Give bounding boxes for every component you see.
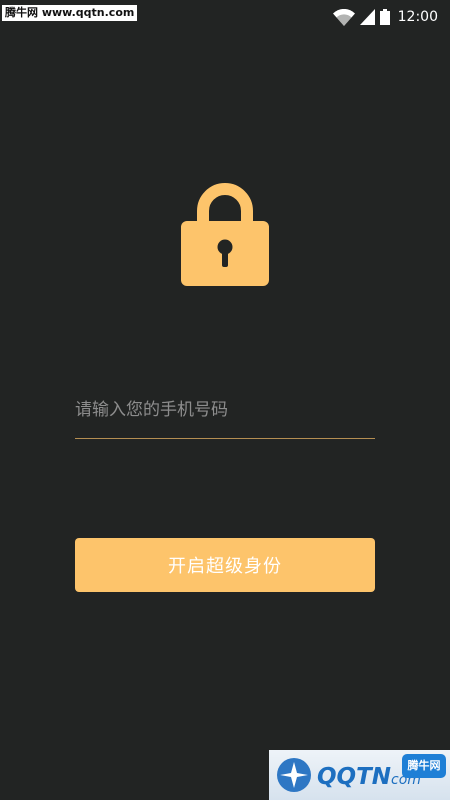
site-watermark: 腾牛网 www.qqtn.com xyxy=(2,5,138,21)
padlock-icon xyxy=(180,175,270,291)
app-screen: 腾牛网 www.qqtn.com 12:00 开启超级身份 xyxy=(0,0,450,800)
cellular-signal-icon xyxy=(359,9,375,25)
watermark-brand-name: QQTN xyxy=(317,764,392,790)
clock: 12:00 xyxy=(397,9,438,25)
battery-icon xyxy=(379,9,390,25)
wifi-icon xyxy=(332,8,355,26)
qqtn-logo-icon xyxy=(277,758,311,792)
status-bar: 腾牛网 www.qqtn.com 12:00 xyxy=(0,0,450,32)
activate-super-identity-button[interactable]: 开启超级身份 xyxy=(75,538,375,592)
phone-input[interactable] xyxy=(75,388,375,432)
phone-input-container xyxy=(75,388,375,439)
qqtn-watermark: QQTNcom 腾牛网 xyxy=(269,750,450,800)
status-icons: 12:00 xyxy=(328,7,438,27)
watermark-badge: 腾牛网 xyxy=(402,754,446,778)
